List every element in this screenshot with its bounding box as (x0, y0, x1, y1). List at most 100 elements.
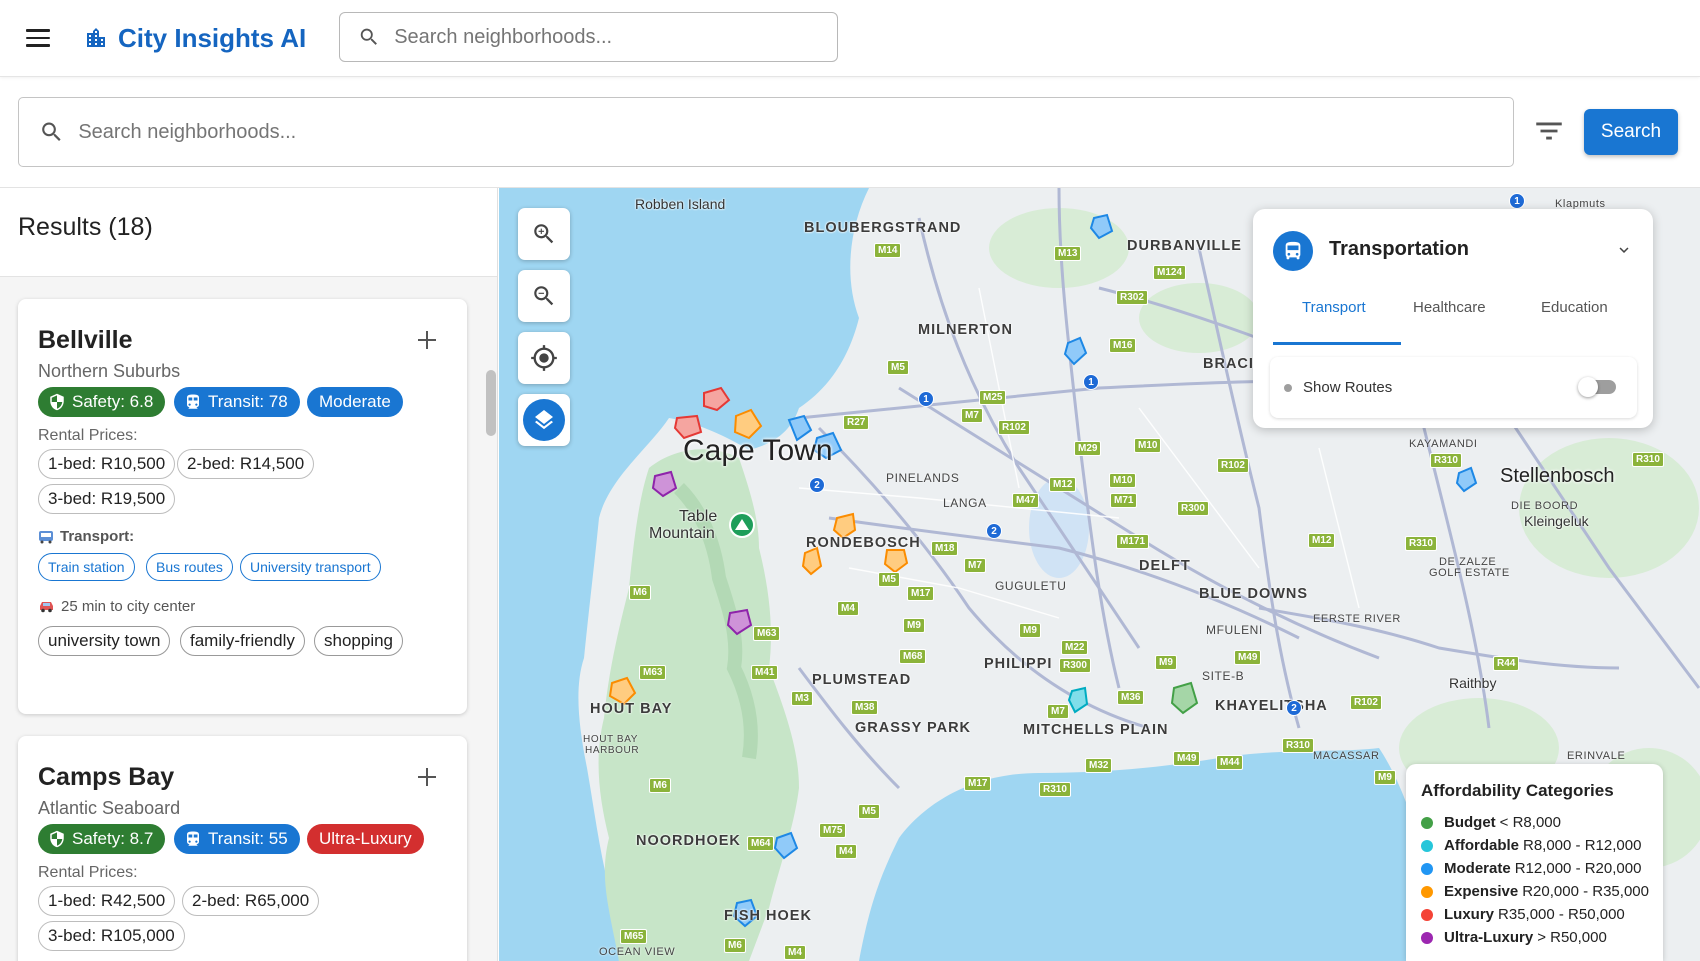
results-title: Results (18) (18, 213, 153, 241)
zoom-out-icon (534, 286, 554, 306)
layers-button[interactable] (518, 394, 570, 446)
legend-dot (1421, 862, 1433, 875)
route-shield: M22 (1061, 640, 1089, 655)
map-label: HOUT BAY (583, 734, 638, 745)
route-shield: M6 (649, 778, 671, 793)
legend-name: Luxury (1444, 906, 1495, 923)
map-label: MFULENI (1206, 623, 1263, 637)
scrollbar[interactable] (486, 370, 496, 436)
route-shield: M49 (1234, 650, 1262, 665)
map-label: DELFT (1139, 558, 1191, 574)
route-shield: M4 (837, 601, 859, 616)
category-text: Ultra-Luxury (319, 829, 412, 848)
search-button[interactable]: Search (1584, 109, 1678, 155)
tag-chip: university town (38, 626, 171, 656)
neighborhood-card[interactable]: Bellville Northern Suburbs Safety: 6.8 T… (18, 299, 467, 714)
app-bar: City Insights AI (0, 0, 1700, 77)
brand[interactable]: City Insights AI (84, 20, 306, 56)
train-icon (187, 394, 199, 409)
safety-text: Safety: 6.8 (72, 392, 154, 411)
route-shield: R102 (998, 420, 1030, 435)
tab-healthcare[interactable]: Healthcare (1413, 299, 1486, 316)
zoom-in-icon (534, 224, 554, 244)
locate-icon (531, 345, 557, 371)
route-shield: M171 (1116, 534, 1150, 549)
map-label: BLUE DOWNS (1199, 586, 1309, 602)
transit-badge: Transit: 78 (174, 387, 300, 417)
route-shield: M13 (1054, 246, 1082, 261)
route-shield: M41 (751, 665, 779, 680)
menu-icon[interactable] (22, 24, 54, 52)
train-icon (187, 831, 199, 846)
zoom-out-button[interactable] (518, 270, 570, 322)
bus-icon (39, 530, 53, 543)
car-icon (40, 602, 53, 613)
route-pin: 1 (1083, 374, 1099, 390)
route-shield: R102 (1350, 695, 1382, 710)
legend-dot (1421, 839, 1433, 852)
map-label: PINELANDS (886, 471, 960, 485)
add-icon[interactable] (412, 325, 442, 355)
price-chip: 1-bed: R10,500 (38, 449, 176, 479)
main-search-box[interactable] (18, 97, 1514, 167)
route-shield: M5 (878, 572, 900, 587)
price-chip: 2-bed: R65,000 (182, 886, 320, 916)
rental-label: Rental Prices: (38, 864, 138, 881)
map-label: Mountain (649, 525, 715, 542)
show-routes-label: Show Routes (1303, 379, 1393, 396)
transport-chip: Train station (38, 553, 135, 581)
results-sidebar: Results (18) Bellville Northern Suburbs … (0, 188, 498, 961)
chevron-down-icon[interactable] (1615, 241, 1633, 264)
my-location-button[interactable] (518, 332, 570, 384)
legend-name: Affordable (1444, 837, 1519, 854)
route-shield: R302 (1116, 290, 1148, 305)
route-shield: R310 (1632, 452, 1664, 467)
commute-text: 25 min to city center (61, 598, 196, 615)
zoom-in-button[interactable] (518, 208, 570, 260)
route-shield: M10 (1134, 438, 1162, 453)
route-shield: R300 (1177, 501, 1209, 516)
map-label: Raithby (1449, 675, 1497, 691)
results-list[interactable]: Bellville Northern Suburbs Safety: 6.8 T… (0, 277, 497, 961)
route-shield: M12 (1049, 477, 1077, 492)
neighborhood-card[interactable]: Camps Bay Atlantic Seaboard Safety: 8.7 … (18, 736, 467, 961)
map-label: LANGA (943, 496, 987, 510)
tab-education[interactable]: Education (1541, 299, 1608, 316)
legend-item: Ultra-Luxury > R50,000 (1421, 929, 1607, 946)
map-label: DIE BOORD (1511, 500, 1579, 512)
map-label: BLOUBERGSTRAND (804, 220, 962, 236)
tag-chip: shopping (314, 626, 404, 656)
legend-name: Moderate (1444, 860, 1511, 877)
route-shield: M12 (1308, 533, 1336, 548)
map-label: Stellenbosch (1500, 465, 1615, 487)
legend-range: R20,000 - R35,000 (1522, 883, 1649, 900)
top-search-input[interactable] (394, 25, 837, 49)
map-label: FISH HOEK (724, 908, 812, 924)
transport-label: Transport: (60, 528, 135, 545)
transit-text: Transit: 55 (208, 829, 288, 848)
top-search-box[interactable] (339, 12, 838, 62)
legend-dot (1421, 931, 1433, 944)
panel-title: Transportation (1329, 238, 1470, 260)
legend-item: Moderate R12,000 - R20,000 (1421, 860, 1641, 877)
legend-dot (1421, 816, 1433, 829)
route-shield: M3 (791, 691, 813, 706)
main-search-input[interactable] (78, 120, 1513, 144)
route-shield: M10 (1109, 473, 1137, 488)
map-label: GOLF ESTATE (1429, 567, 1510, 579)
legend-range: R8,000 - R12,000 (1523, 837, 1642, 854)
route-shield: R27 (843, 415, 870, 430)
route-shield: M7 (961, 408, 983, 423)
show-routes-toggle[interactable] (1578, 377, 1616, 397)
route-shield: M6 (629, 585, 651, 600)
route-shield: M44 (1216, 755, 1244, 770)
tab-transport[interactable]: Transport (1302, 299, 1366, 316)
filter-icon[interactable] (1532, 114, 1566, 148)
route-shield: M5 (858, 804, 880, 819)
add-icon[interactable] (412, 762, 442, 792)
city-icon (87, 28, 105, 47)
transport-chip: University transport (240, 553, 381, 581)
route-shield: M9 (903, 618, 925, 633)
map-label: KAYAMANDI (1409, 438, 1478, 450)
legend-name: Ultra-Luxury (1444, 929, 1534, 946)
